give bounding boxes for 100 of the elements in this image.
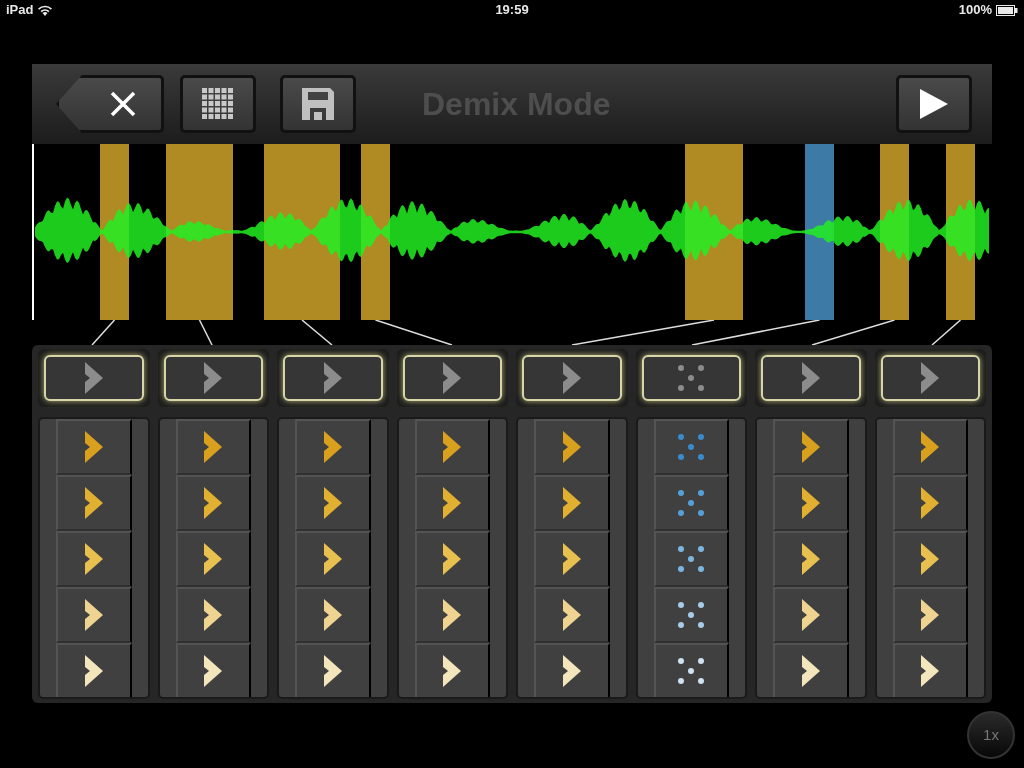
- pad-button[interactable]: [534, 475, 610, 531]
- chevron-icon: [921, 655, 940, 687]
- pad-button[interactable]: [414, 531, 490, 587]
- pad-button[interactable]: [653, 643, 729, 697]
- pad-button[interactable]: [773, 643, 849, 697]
- chevron-icon: [323, 431, 342, 463]
- dots-icon: [678, 490, 705, 516]
- pad-button[interactable]: [534, 643, 610, 697]
- chevron-icon: [323, 487, 342, 519]
- channel-slot-button[interactable]: [880, 355, 980, 401]
- chevron-icon: [801, 655, 820, 687]
- play-button[interactable]: [896, 75, 972, 133]
- chevron-icon: [204, 431, 223, 463]
- channel-slot-button[interactable]: [522, 355, 622, 401]
- pad-button[interactable]: [892, 475, 968, 531]
- pad-button[interactable]: [295, 475, 371, 531]
- chevron-icon: [801, 599, 820, 631]
- pad-button[interactable]: [534, 587, 610, 643]
- pad-button[interactable]: [175, 587, 251, 643]
- chevron-icon: [323, 362, 342, 394]
- pad-button[interactable]: [892, 643, 968, 697]
- pad-button[interactable]: [892, 419, 968, 475]
- chevron-icon: [562, 431, 581, 463]
- grid-button[interactable]: [180, 75, 256, 133]
- dots-icon: [678, 546, 705, 572]
- chevron-icon: [204, 487, 223, 519]
- speed-button[interactable]: 1x: [967, 711, 1015, 759]
- pad-button[interactable]: [534, 419, 610, 475]
- chevron-icon: [84, 362, 103, 394]
- pad-button[interactable]: [892, 587, 968, 643]
- pad-button[interactable]: [56, 419, 132, 475]
- pad-button[interactable]: [56, 475, 132, 531]
- chevron-icon: [921, 362, 940, 394]
- pad-button[interactable]: [773, 531, 849, 587]
- chevron-icon: [801, 362, 820, 394]
- pad-button[interactable]: [295, 419, 371, 475]
- clock-time: 19:59: [495, 1, 529, 20]
- dots-icon: [678, 365, 705, 391]
- chevron-icon: [801, 487, 820, 519]
- pad-button[interactable]: [414, 419, 490, 475]
- selected-region[interactable]: [805, 144, 834, 320]
- chevron-icon: [562, 487, 581, 519]
- chevron-icon: [921, 431, 940, 463]
- chevron-icon: [443, 431, 462, 463]
- chevron-icon: [84, 487, 103, 519]
- pad-button[interactable]: [175, 475, 251, 531]
- pad-button[interactable]: [175, 419, 251, 475]
- pad-button[interactable]: [534, 531, 610, 587]
- chevron-icon: [204, 543, 223, 575]
- leader-line: [91, 320, 116, 345]
- pad-button[interactable]: [295, 643, 371, 697]
- pad-button[interactable]: [295, 531, 371, 587]
- pad-button[interactable]: [414, 587, 490, 643]
- grid-icon: [202, 88, 234, 120]
- chevron-icon: [323, 655, 342, 687]
- channel-slot-button[interactable]: [641, 355, 741, 401]
- pad-button[interactable]: [414, 475, 490, 531]
- chevron-icon: [921, 599, 940, 631]
- pad-button[interactable]: [56, 587, 132, 643]
- pad-button[interactable]: [175, 531, 251, 587]
- channel-slot-button[interactable]: [283, 355, 383, 401]
- battery-percentage: 100%: [958, 1, 992, 20]
- pad-button[interactable]: [414, 643, 490, 697]
- chevron-icon: [801, 543, 820, 575]
- pad-button[interactable]: [56, 643, 132, 697]
- back-close-button[interactable]: [56, 75, 164, 133]
- leader-line: [198, 320, 213, 345]
- chevron-icon: [204, 362, 223, 394]
- pad-button[interactable]: [295, 587, 371, 643]
- chevron-icon: [84, 543, 103, 575]
- chevron-icon: [921, 487, 940, 519]
- chevron-icon: [443, 543, 462, 575]
- chevron-icon: [443, 362, 462, 394]
- chevron-icon: [921, 543, 940, 575]
- leader-line: [931, 320, 962, 345]
- battery-icon: [996, 4, 1018, 16]
- chevron-icon: [323, 543, 342, 575]
- pad-button[interactable]: [653, 475, 729, 531]
- pad-button[interactable]: [175, 643, 251, 697]
- chevron-icon: [443, 655, 462, 687]
- pad-button[interactable]: [773, 419, 849, 475]
- pad-button[interactable]: [773, 587, 849, 643]
- channel-slot-button[interactable]: [163, 355, 263, 401]
- device-name: iPad: [6, 1, 34, 20]
- pad-button[interactable]: [773, 475, 849, 531]
- pad-button[interactable]: [892, 531, 968, 587]
- pad-button[interactable]: [653, 531, 729, 587]
- channel-slot-button[interactable]: [761, 355, 861, 401]
- pad-button[interactable]: [56, 531, 132, 587]
- dots-icon: [678, 602, 705, 628]
- channel-slot-button[interactable]: [44, 355, 144, 401]
- dots-icon: [678, 658, 705, 684]
- close-icon: [110, 91, 136, 117]
- leader-line: [301, 320, 333, 345]
- pad-button[interactable]: [653, 587, 729, 643]
- channel-slot-button[interactable]: [402, 355, 502, 401]
- save-icon: [302, 88, 334, 120]
- chevron-icon: [562, 599, 581, 631]
- save-button[interactable]: [280, 75, 356, 133]
- wifi-icon: [37, 4, 54, 16]
